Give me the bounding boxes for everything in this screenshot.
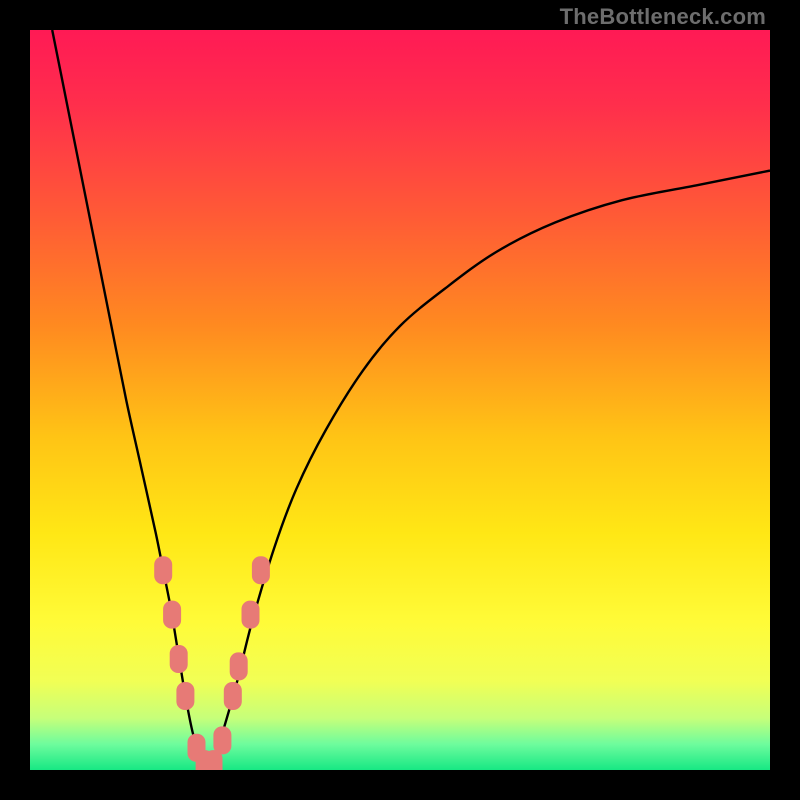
- chart-marker: [170, 646, 187, 673]
- plot-area: [30, 30, 770, 770]
- watermark-text: TheBottleneck.com: [560, 4, 766, 30]
- chart-marker: [214, 727, 231, 754]
- chart-background: [30, 30, 770, 770]
- chart-marker: [242, 601, 259, 628]
- chart-marker: [177, 683, 194, 710]
- chart-marker: [224, 683, 241, 710]
- chart-marker: [164, 601, 181, 628]
- chart-marker: [230, 653, 247, 680]
- chart-marker: [252, 557, 269, 584]
- chart-marker: [155, 557, 172, 584]
- outer-frame: TheBottleneck.com: [0, 0, 800, 800]
- bottleneck-chart: [30, 30, 770, 770]
